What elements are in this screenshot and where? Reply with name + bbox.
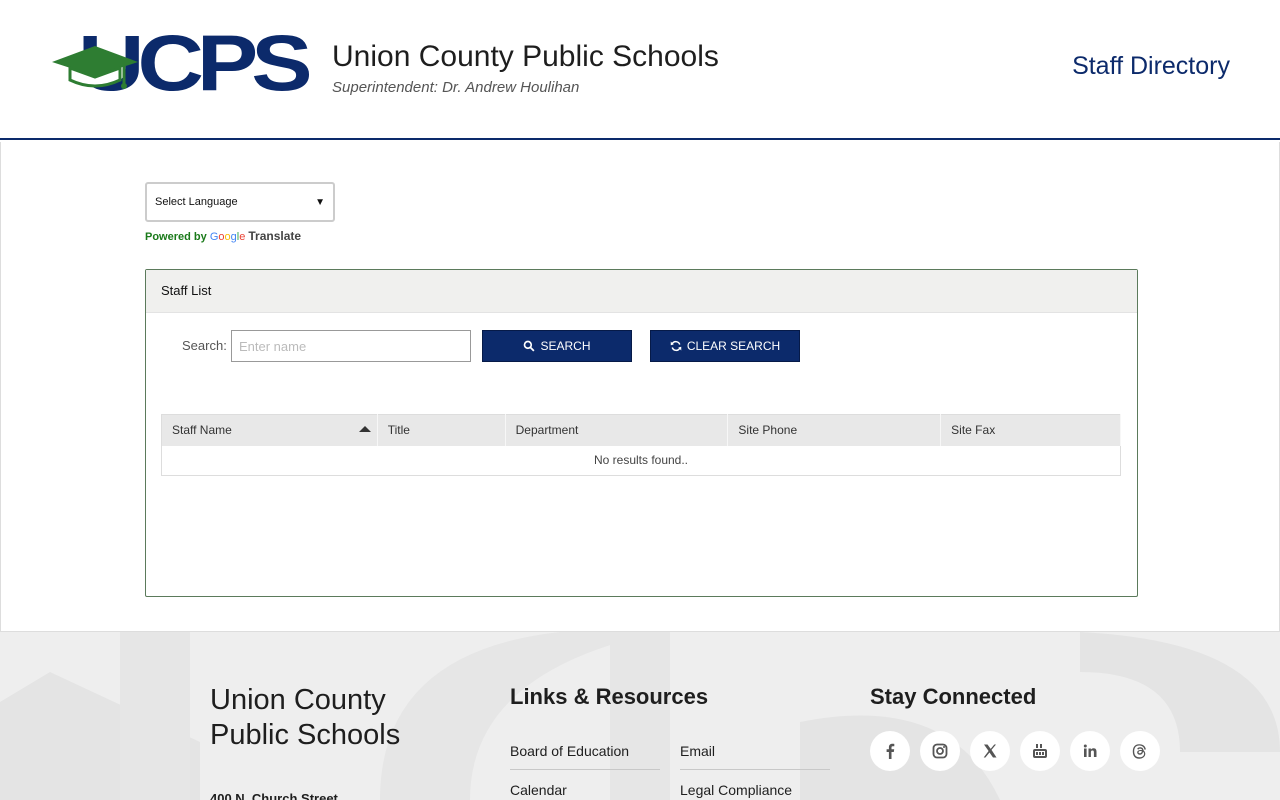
language-select-label: Select Language: [155, 196, 238, 208]
search-button[interactable]: SEARCH: [482, 330, 632, 362]
sort-ascending-icon: [358, 426, 371, 432]
column-header-staff-name[interactable]: Staff Name: [161, 414, 378, 446]
column-header-department[interactable]: Department: [505, 414, 729, 446]
column-header-label: Staff Name: [172, 423, 232, 438]
search-button-label: SEARCH: [540, 339, 591, 353]
google-translate-attribution: Powered by Google Translate: [145, 229, 301, 243]
column-header-label: Department: [515, 423, 579, 438]
stay-connected-heading: Stay Connected: [870, 684, 1037, 709]
refresh-icon: [670, 340, 682, 352]
panel-title: Staff List: [146, 270, 1137, 313]
footer-link-email[interactable]: Email: [680, 743, 830, 770]
threads-link[interactable]: [1120, 731, 1160, 771]
empty-results-message: No results found..: [593, 453, 689, 468]
graduation-cap-icon: [52, 46, 138, 89]
column-header-label: Site Phone: [738, 423, 798, 438]
x-icon: [983, 744, 997, 758]
google-wordmark[interactable]: Google: [210, 231, 246, 243]
linkedin-link[interactable]: [1070, 731, 1110, 771]
chevron-down-icon: ▼: [315, 196, 325, 208]
search-label: Search:: [182, 338, 227, 353]
search-row: Search: SEARCH CLEAR SEARCH: [146, 330, 1137, 362]
instagram-icon: [932, 743, 948, 759]
clear-search-button-label: CLEAR SEARCH: [686, 339, 781, 353]
links-resources-heading: Links & Resources: [510, 684, 709, 709]
footer-watermark: [0, 632, 1280, 800]
column-header-label: Title: [387, 423, 410, 438]
page-title: Union County Public Schools: [332, 40, 719, 73]
search-input[interactable]: [231, 330, 471, 362]
search-icon: [524, 340, 535, 352]
translate-label: Translate: [248, 229, 302, 243]
ucps-logo[interactable]: UCPS: [50, 24, 313, 110]
column-header-site-fax[interactable]: Site Fax: [940, 414, 1121, 446]
column-header-label: Site Fax: [951, 423, 996, 438]
facebook-link[interactable]: [870, 731, 910, 771]
footer-link-board-of-education[interactable]: Board of Education: [510, 743, 660, 770]
footer-school-name: Union County Public Schools: [210, 684, 401, 751]
powered-by-label: Powered by: [145, 231, 207, 243]
google-letter: e: [239, 231, 246, 243]
footer-link-calendar[interactable]: Calendar: [510, 782, 660, 800]
staff-table: Staff Name Title Department Site Phone S…: [161, 414, 1121, 476]
staff-directory-link[interactable]: Staff Directory: [1072, 52, 1230, 81]
site-header: UCPS Union County Public Schools Superin…: [0, 0, 1280, 140]
table-row: No results found..: [162, 446, 1121, 476]
footer-address: 400 N. Church Street: [210, 791, 338, 800]
staff-list-panel: Staff List Search: SEARCH CLEAR SEARCH S…: [145, 269, 1138, 597]
language-select[interactable]: Select Language ▼: [145, 182, 335, 222]
site-footer: Union County Public Schools 400 N. Churc…: [0, 632, 1280, 800]
column-header-title[interactable]: Title: [377, 414, 506, 446]
facebook-icon: [886, 743, 895, 759]
column-header-site-phone[interactable]: Site Phone: [727, 414, 942, 446]
footer-link-legal-compliance[interactable]: Legal Compliance: [680, 782, 830, 800]
threads-icon: [1132, 744, 1146, 759]
youtube-icon: [1033, 744, 1047, 758]
x-link[interactable]: [970, 731, 1010, 771]
superintendent-subtitle: Superintendent: Dr. Andrew Houlihan: [332, 79, 580, 96]
instagram-link[interactable]: [920, 731, 960, 771]
main-content: Select Language ▼ Powered by Google Tran…: [0, 142, 1280, 632]
youtube-link[interactable]: [1020, 731, 1060, 771]
linkedin-icon: [1083, 744, 1097, 757]
table-header-row: Staff Name Title Department Site Phone S…: [161, 414, 1121, 446]
clear-search-button[interactable]: CLEAR SEARCH: [650, 330, 800, 362]
